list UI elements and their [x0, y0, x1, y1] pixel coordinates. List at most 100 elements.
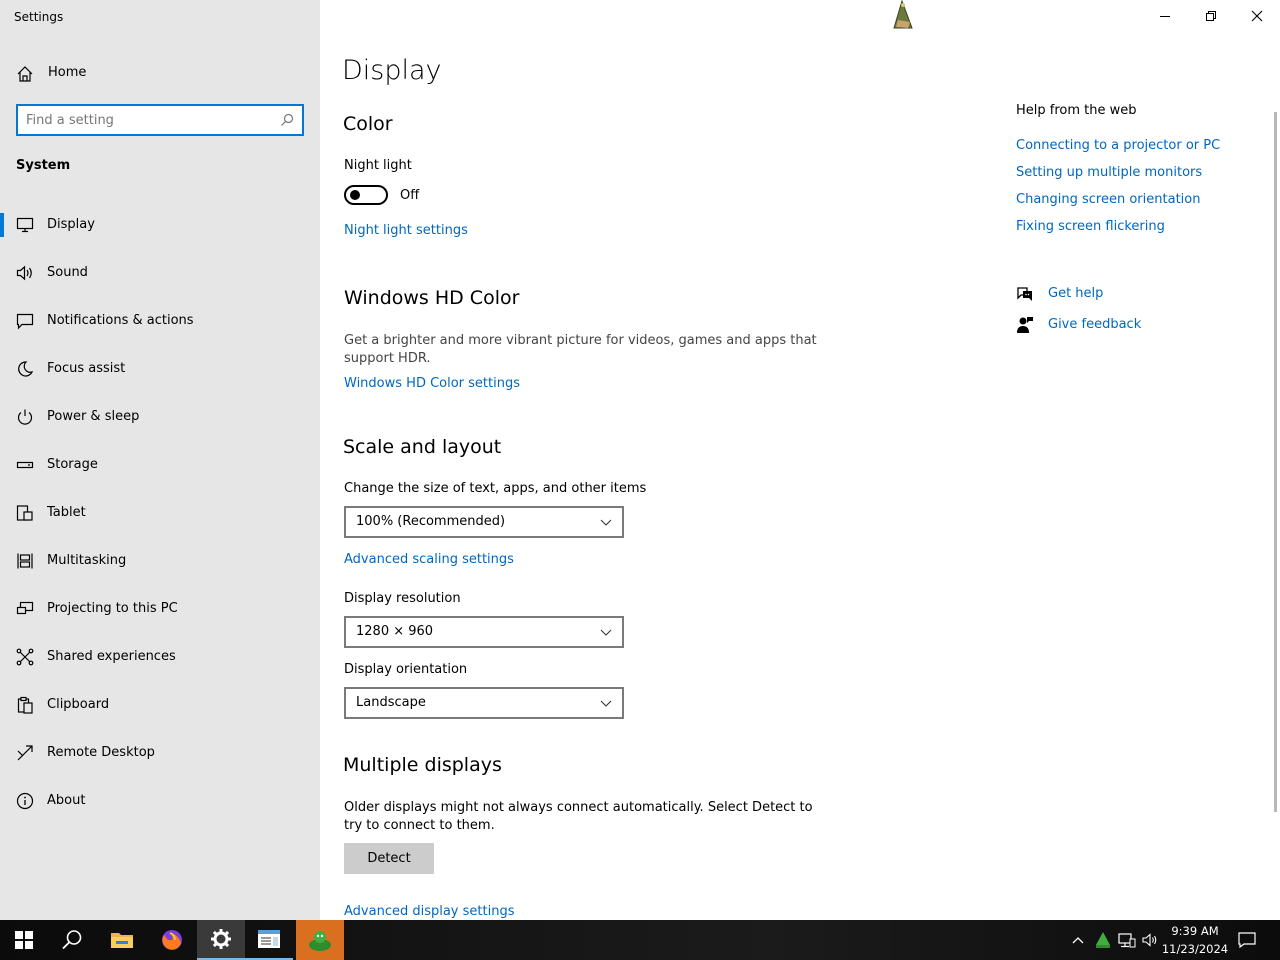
multiple-displays-description-line1: Older displays might not always connect …: [344, 800, 813, 815]
taskbar: [0, 920, 1280, 960]
search-box[interactable]: [16, 104, 304, 136]
clipboard-icon: [17, 696, 33, 714]
orientation-dropdown[interactable]: Landscape: [344, 687, 624, 719]
search-icon: [281, 113, 294, 126]
sidebar-item-label: Notifications & actions: [47, 313, 194, 328]
help-link-projector[interactable]: Connecting to a projector or PC: [1016, 138, 1220, 153]
give-feedback-link[interactable]: Give feedback: [1048, 317, 1141, 332]
info-icon: [16, 792, 34, 810]
scale-label: Change the size of text, apps, and other…: [344, 481, 647, 496]
taskbar-clock[interactable]: 9:39 AM 11/23/2024: [1160, 922, 1230, 958]
moon-icon: [18, 361, 34, 377]
power-icon: [17, 409, 33, 425]
volume-icon: [1142, 933, 1157, 947]
get-help-link[interactable]: Get help: [1048, 286, 1103, 301]
start-icon: [15, 931, 33, 949]
help-link-screen-orientation[interactable]: Changing screen orientation: [1016, 192, 1200, 207]
help-link-screen-flickering[interactable]: Fixing screen flickering: [1016, 219, 1165, 234]
sidebar-item-remote-desktop[interactable]: Remote Desktop: [0, 729, 320, 777]
action-center-button[interactable]: [1236, 920, 1258, 960]
night-light-toggle[interactable]: [344, 185, 388, 205]
search-icon: [62, 930, 82, 950]
chevron-down-icon: [600, 519, 612, 526]
taskbar-search-button[interactable]: [48, 920, 96, 960]
monitor-icon: [16, 217, 34, 233]
color-heading: Color: [343, 113, 393, 135]
chevron-down-icon: [600, 700, 612, 707]
sidebar-item-label: About: [47, 793, 86, 808]
sidebar-item-shared-experiences[interactable]: Shared experiences: [0, 633, 320, 681]
minimize-button[interactable]: [1142, 2, 1188, 30]
sidebar-item-multitasking[interactable]: Multitasking: [0, 537, 320, 585]
advanced-scaling-link[interactable]: Advanced scaling settings: [344, 552, 514, 567]
resolution-value: 1280 × 960: [356, 624, 434, 639]
taskbar-firefox[interactable]: [148, 920, 196, 960]
sidebar-item-sound[interactable]: Sound: [0, 249, 320, 297]
home-icon: [17, 66, 33, 82]
restore-button[interactable]: [1188, 2, 1234, 30]
tray-app-icon-glyph: [1096, 932, 1110, 948]
scale-value: 100% (Recommended): [356, 514, 506, 529]
get-help-icon: [1017, 287, 1032, 301]
help-title: Help from the web: [1016, 103, 1137, 118]
desktop-mascot-icon: [893, 0, 913, 29]
sidebar-item-display[interactable]: Display: [0, 201, 320, 249]
clock-time: 9:39 AM: [1171, 924, 1219, 938]
home-label: Home: [48, 65, 87, 80]
close-button[interactable]: [1234, 2, 1280, 30]
close-icon: [1251, 10, 1263, 22]
advanced-display-settings-link[interactable]: Advanced display settings: [344, 904, 514, 919]
file-explorer-icon: [111, 933, 133, 948]
storage-icon: [16, 461, 34, 469]
sidebar-nav: Display Sound Notifications & actions Fo…: [0, 201, 320, 825]
sidebar-item-label: Display: [47, 217, 95, 232]
sidebar-item-projecting[interactable]: Projecting to this PC: [0, 585, 320, 633]
multiple-displays-description-line2: try to connect to them.: [344, 818, 495, 833]
night-light-settings-link[interactable]: Night light settings: [344, 223, 468, 238]
sidebar-item-label: Remote Desktop: [47, 745, 155, 760]
hd-color-heading: Windows HD Color: [344, 287, 520, 309]
scale-dropdown[interactable]: 100% (Recommended): [344, 506, 624, 538]
sidebar-item-focus-assist[interactable]: Focus assist: [0, 345, 320, 393]
hd-color-description-line2: support HDR.: [344, 351, 431, 366]
hd-color-settings-link[interactable]: Windows HD Color settings: [344, 376, 520, 391]
network-icon: [1118, 933, 1136, 948]
resolution-label: Display resolution: [344, 591, 461, 606]
sidebar-item-clipboard[interactable]: Clipboard: [0, 681, 320, 729]
tray-overflow-button[interactable]: [1068, 920, 1088, 960]
sidebar-item-about[interactable]: About: [0, 777, 320, 825]
tray-app-icon[interactable]: [1092, 920, 1114, 960]
detect-button[interactable]: Detect: [344, 843, 434, 874]
start-button[interactable]: [0, 920, 48, 960]
feedback-icon: [1017, 317, 1033, 333]
scale-layout-heading: Scale and layout: [343, 436, 502, 458]
section-label-system: System: [16, 158, 71, 173]
taskbar-file-explorer[interactable]: [98, 920, 146, 960]
sidebar-item-label: Tablet: [47, 505, 86, 520]
multitasking-icon: [17, 553, 33, 569]
sidebar-item-label: Multitasking: [47, 553, 127, 568]
minimize-icon: [1160, 16, 1170, 17]
orientation-value: Landscape: [356, 695, 426, 710]
search-input[interactable]: [26, 110, 276, 130]
sidebar-item-tablet[interactable]: Tablet: [0, 489, 320, 537]
sidebar: Settings Home System Display Sound Notif…: [0, 0, 320, 920]
home-nav-item[interactable]: Home: [0, 56, 320, 90]
network-tray-button[interactable]: [1116, 920, 1138, 960]
orientation-label: Display orientation: [344, 662, 468, 677]
help-link-multiple-monitors[interactable]: Setting up multiple monitors: [1016, 165, 1202, 180]
resolution-dropdown[interactable]: 1280 × 960: [344, 616, 624, 648]
app-icon: [309, 931, 331, 951]
taskbar-settings[interactable]: [197, 920, 245, 960]
night-light-state: Off: [400, 188, 420, 203]
page-title: Display: [342, 55, 442, 86]
sidebar-item-storage[interactable]: Storage: [0, 441, 320, 489]
scrollbar[interactable]: [1274, 112, 1277, 812]
sidebar-item-label: Sound: [47, 265, 88, 280]
sidebar-item-notifications[interactable]: Notifications & actions: [0, 297, 320, 345]
sidebar-item-power-sleep[interactable]: Power & sleep: [0, 393, 320, 441]
volume-tray-button[interactable]: [1140, 920, 1160, 960]
taskbar-notepad[interactable]: [245, 920, 293, 960]
restore-icon: [1206, 11, 1216, 21]
taskbar-app[interactable]: [296, 920, 344, 960]
